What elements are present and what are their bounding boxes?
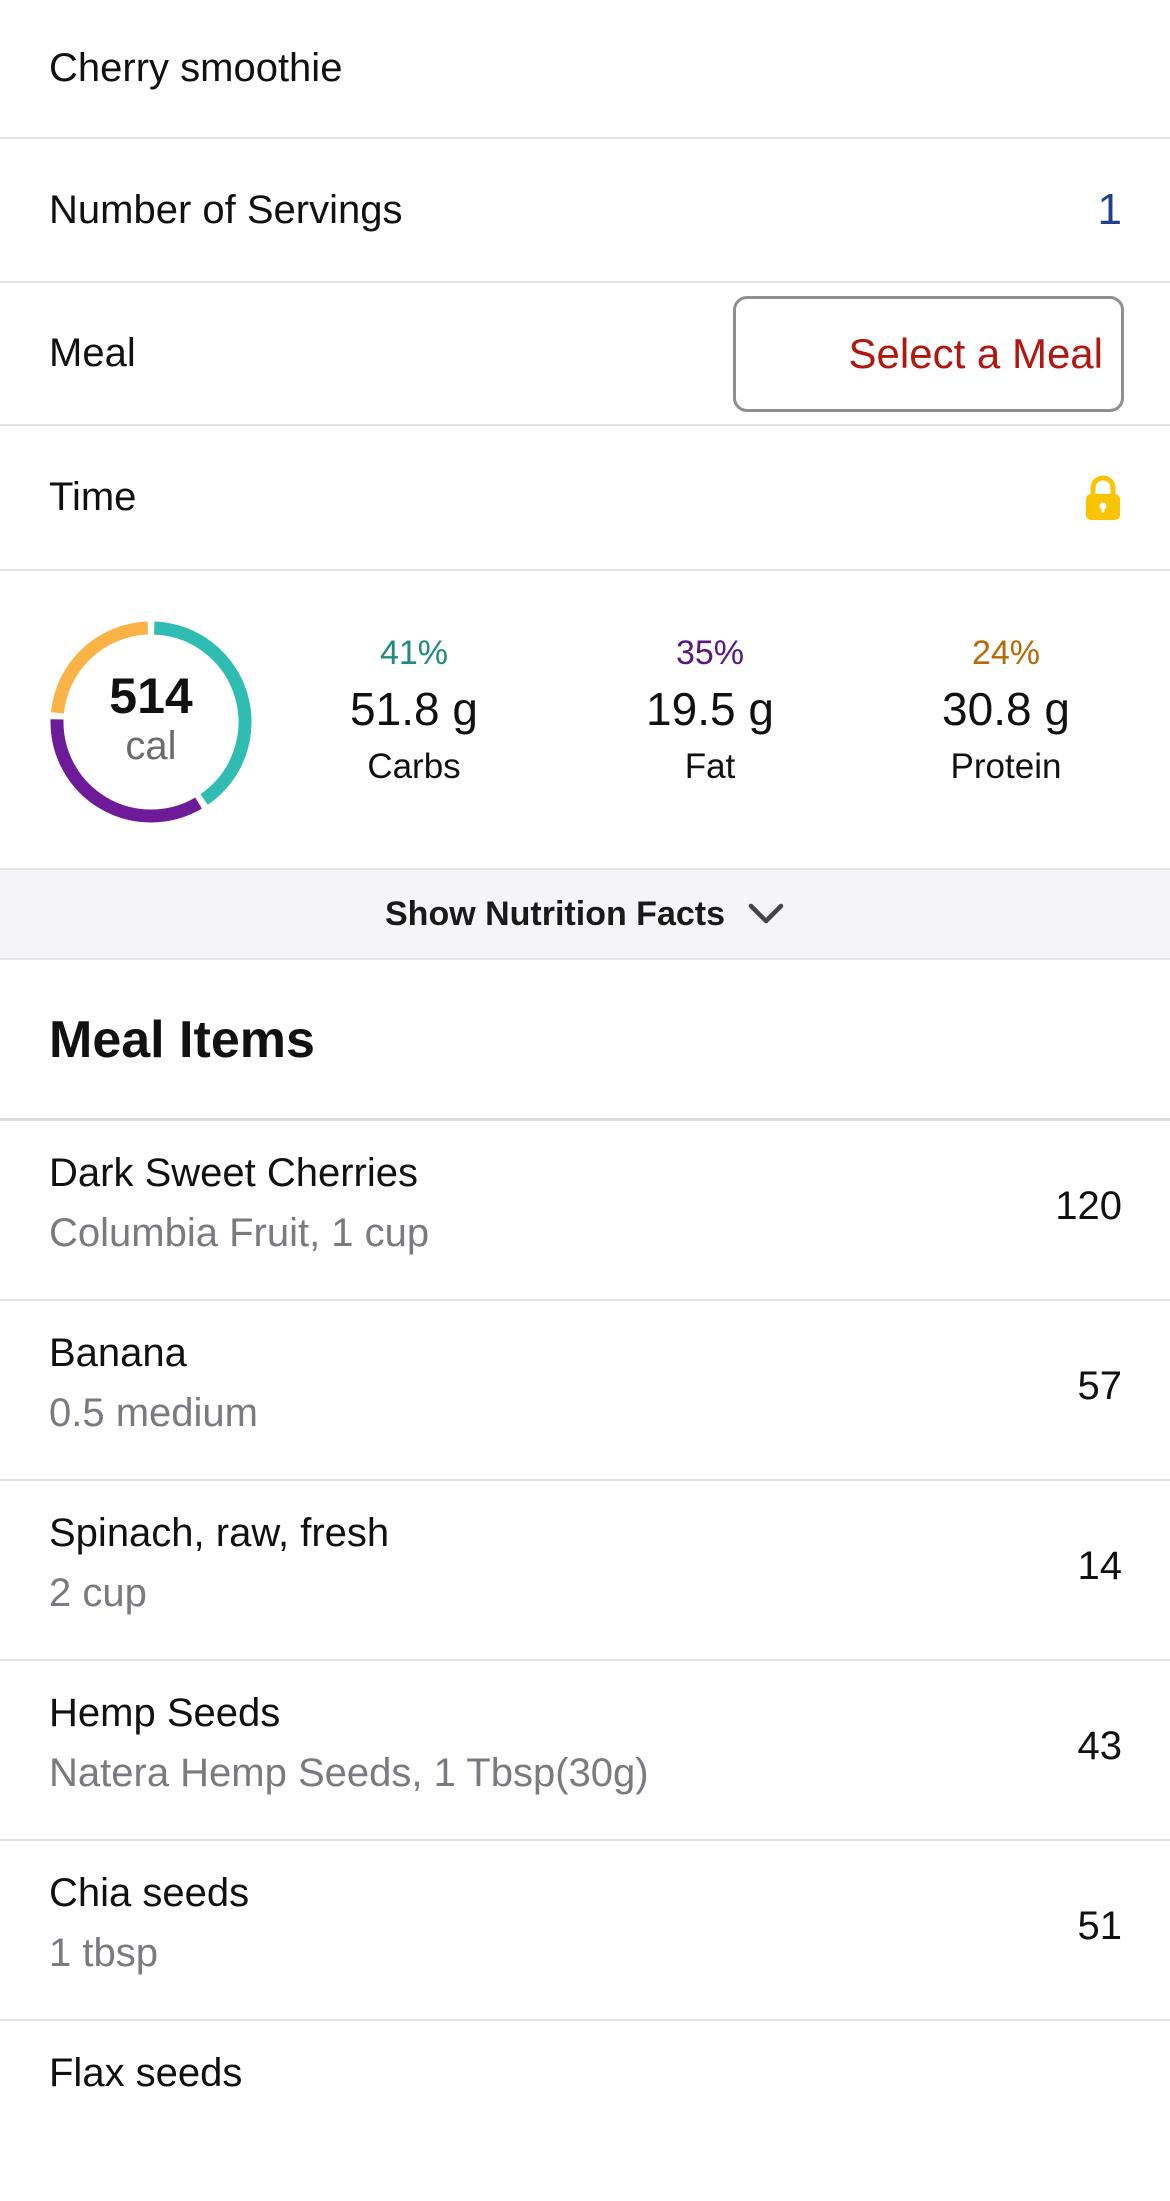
meal-items-title: Meal Items [49,1011,315,1069]
meal-name: Cherry smoothie [49,46,343,90]
food-calories: 120 [1055,1184,1122,1228]
food-calories: 51 [1077,1904,1123,1948]
macro-fat: 35% 19.5 g Fat [580,633,840,789]
food-name: Spinach, raw, fresh [49,1511,390,1555]
fat-percent: 35% [675,634,745,672]
list-item[interactable]: Hemp Seeds Natera Hemp Seeds, 1 Tbsp(30g… [0,1661,1170,1841]
servings-row[interactable]: Number of Servings 1 [0,139,1170,283]
macro-summary: 514 cal 41% 51.8 g Carbs 35% 19.5 g Fat … [0,571,1170,870]
protein-grams: 30.8 g [942,683,1070,735]
select-meal-label: Select a Meal [848,329,1103,377]
food-calories: 14 [1077,1544,1123,1588]
food-detail: 2 cup [49,1571,147,1615]
calorie-total: 514 cal [44,615,258,829]
meal-items-header: Meal Items [0,960,1170,1121]
food-calories: 43 [1077,1724,1123,1768]
food-name: Banana [49,1331,187,1375]
lock-icon[interactable] [1084,474,1122,522]
servings-value[interactable]: 1 [1098,185,1122,235]
protein-percent: 24% [971,634,1041,672]
list-item[interactable]: Flax seeds [0,2021,1170,2201]
macro-carbs: 41% 51.8 g Carbs [284,633,544,789]
time-label: Time [49,475,137,519]
select-meal-button[interactable]: Select a Meal [733,295,1124,412]
food-detail: Natera Hemp Seeds, 1 Tbsp(30g) [49,1751,649,1795]
food-detail: 1 tbsp [49,1931,158,1975]
carbs-label: Carbs [367,747,461,786]
servings-label: Number of Servings [49,187,403,232]
food-name: Hemp Seeds [49,1691,281,1735]
list-item[interactable]: Banana 0.5 medium 57 [0,1301,1170,1481]
calorie-unit: cal [125,724,177,768]
calorie-value: 514 [109,668,193,724]
meal-label: Meal [49,331,136,375]
fat-label: Fat [684,747,736,786]
show-nutrition-facts-button[interactable]: Show Nutrition Facts [0,870,1170,960]
food-detail: Columbia Fruit, 1 cup [49,1211,430,1255]
food-name: Flax seeds [49,2051,243,2095]
list-item[interactable]: Dark Sweet Cherries Columbia Fruit, 1 cu… [0,1121,1170,1301]
list-item[interactable]: Chia seeds 1 tbsp 51 [0,1841,1170,2021]
protein-label: Protein [950,747,1062,786]
carbs-grams: 51.8 g [350,683,478,735]
macro-protein: 24% 30.8 g Protein [876,633,1136,789]
chevron-down-icon [748,903,784,924]
food-detail: 0.5 medium [49,1391,258,1435]
carbs-percent: 41% [379,634,449,672]
show-nutrition-facts-label: Show Nutrition Facts [385,894,725,933]
food-calories: 57 [1077,1364,1123,1408]
fat-grams: 19.5 g [646,683,774,735]
meal-name-row[interactable]: Cherry smoothie [0,0,1170,139]
meal-row: Meal Select a Meal [0,283,1170,426]
list-item[interactable]: Spinach, raw, fresh 2 cup 14 [0,1481,1170,1661]
time-row[interactable]: Time [0,426,1170,571]
food-name: Chia seeds [49,1871,250,1915]
food-name: Dark Sweet Cherries [49,1151,419,1195]
